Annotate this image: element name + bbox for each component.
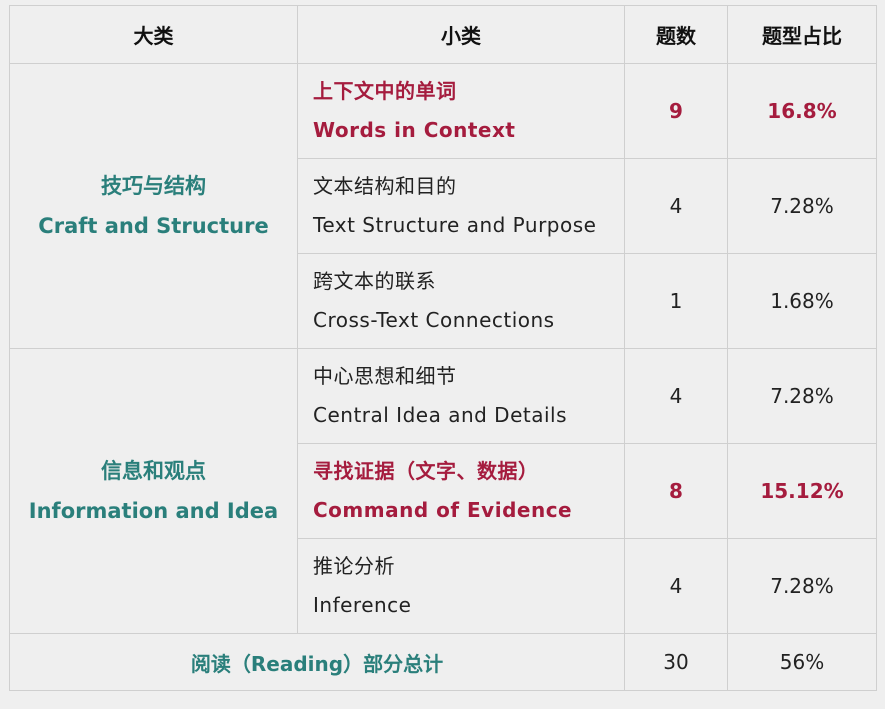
subcategory-zh: 中心思想和细节	[313, 364, 457, 388]
subcategory-en: Inference	[313, 593, 412, 617]
header-question-share: 题型占比	[727, 5, 877, 64]
question-count: 8	[624, 443, 728, 539]
subcategory-cell: 跨文本的联系 Cross-Text Connections	[297, 253, 625, 349]
subcategory-cell: 推论分析 Inference	[297, 538, 625, 634]
total-row: 阅读（Reading）部分总计 30 56%	[9, 633, 877, 691]
subcategory-zh: 跨文本的联系	[313, 269, 436, 293]
header-subcategory: 小类	[297, 5, 625, 64]
table-row: 技巧与结构 Craft and Structure 上下文中的单词 Words …	[9, 63, 877, 349]
question-share: 16.8%	[727, 63, 877, 159]
question-share: 7.28%	[727, 158, 877, 254]
subcategory-zh: 文本结构和目的	[313, 174, 457, 198]
table-row: 信息和观点 Information and Idea 中心思想和细节 Centr…	[9, 348, 877, 634]
category-information-idea: 信息和观点 Information and Idea	[9, 348, 298, 634]
subcategory-cell: 文本结构和目的 Text Structure and Purpose	[297, 158, 625, 254]
header-question-count: 题数	[624, 5, 728, 64]
reading-section-table: 大类 小类 题数 题型占比 技巧与结构 Craft and Structure …	[9, 5, 877, 691]
total-count: 30	[624, 633, 728, 691]
subcategory-cell: 中心思想和细节 Central Idea and Details	[297, 348, 625, 444]
category-zh: 技巧与结构	[101, 174, 206, 198]
question-count: 1	[624, 253, 728, 349]
question-share: 15.12%	[727, 443, 877, 539]
question-share: 7.28%	[727, 538, 877, 634]
header-category: 大类	[9, 5, 298, 64]
subcategory-zh: 推论分析	[313, 554, 395, 578]
question-count: 9	[624, 63, 728, 159]
category-zh: 信息和观点	[101, 459, 206, 483]
question-count: 4	[624, 348, 728, 444]
question-count: 4	[624, 538, 728, 634]
total-label: 阅读（Reading）部分总计	[9, 633, 625, 691]
category-en: Information and Idea	[28, 499, 279, 523]
category-en: Craft and Structure	[38, 214, 269, 238]
subcategory-cell: 上下文中的单词 Words in Context	[297, 63, 625, 159]
subcategory-cell: 寻找证据（文字、数据） Command of Evidence	[297, 443, 625, 539]
subcategory-en: Command of Evidence	[313, 498, 573, 522]
subcategory-zh: 寻找证据（文字、数据）	[313, 459, 539, 483]
category-craft-structure: 技巧与结构 Craft and Structure	[9, 63, 298, 349]
question-share: 1.68%	[727, 253, 877, 349]
subcategory-zh: 上下文中的单词	[313, 79, 457, 103]
subcategory-en: Words in Context	[313, 118, 516, 142]
question-share: 7.28%	[727, 348, 877, 444]
subcategory-en: Text Structure and Purpose	[313, 213, 597, 237]
subcategory-en: Cross-Text Connections	[313, 308, 555, 332]
header-row: 大类 小类 题数 题型占比	[9, 5, 877, 64]
subcategory-en: Central Idea and Details	[313, 403, 568, 427]
question-count: 4	[624, 158, 728, 254]
total-share: 56%	[727, 633, 877, 691]
